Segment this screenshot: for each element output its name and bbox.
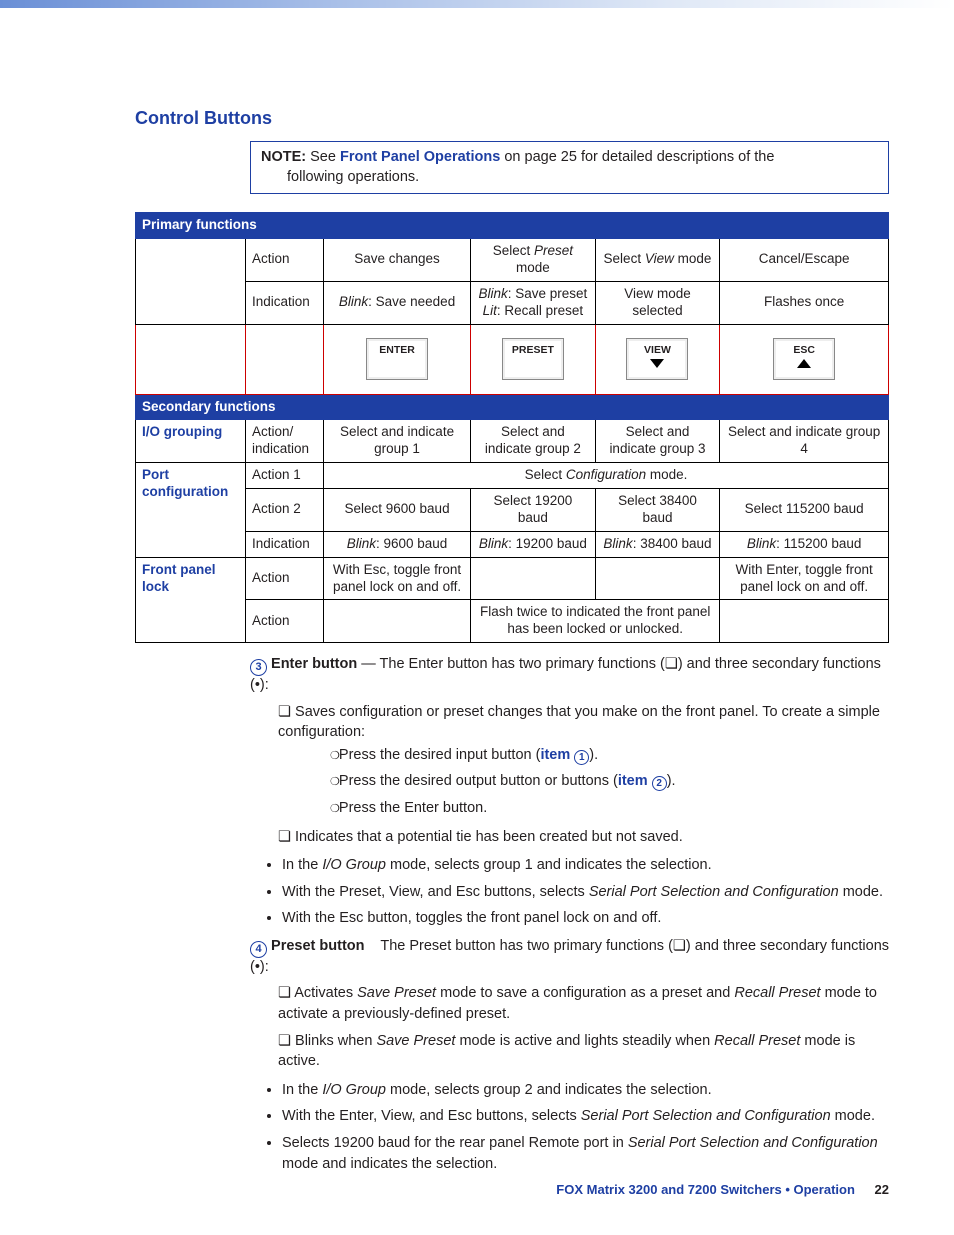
note-text-post: on page 25 for detailed descriptions of …: [500, 149, 774, 165]
cell: Blink: 19200 baud: [471, 531, 596, 557]
cell: Select and indicate group 3: [595, 420, 720, 463]
list-item: Saves configuration or preset changes th…: [278, 702, 889, 819]
footer-product: FOX Matrix 3200 and 7200 Switchers • Ope…: [556, 1182, 855, 1197]
cell: Select and indicate group 4: [720, 420, 889, 463]
table-row: Action Save changes Select Preset mode S…: [136, 239, 889, 282]
list-item: Press the desired output button or butto…: [330, 771, 889, 792]
enter-button-graphic: ENTER: [366, 338, 428, 380]
table-row: Indication Blink: 9600 baud Blink: 19200…: [136, 531, 889, 557]
cell: Blink: Save needed: [324, 281, 471, 324]
callout-4-icon: 4: [250, 941, 267, 958]
list-item: In the I/O Group mode, selects group 1 a…: [282, 855, 889, 876]
indication-label: Indication: [246, 531, 324, 557]
cell: With Esc, toggle front panel lock on and…: [324, 557, 471, 600]
action-label: Action: [246, 557, 324, 600]
cell: With Enter, toggle front panel lock on a…: [720, 557, 889, 600]
cell: Blink: 115200 baud: [720, 531, 889, 557]
preset-button-title: Preset button: [271, 938, 364, 954]
cell: View mode selected: [595, 281, 720, 324]
list-item: Activates Save Preset mode to save a con…: [278, 983, 889, 1024]
callout-3-icon: 3: [250, 659, 267, 676]
cell: Blink: 38400 baud: [595, 531, 720, 557]
list-item: In the I/O Group mode, selects group 2 a…: [282, 1080, 889, 1101]
cell: Save changes: [324, 239, 471, 282]
table-row: Front panel lock Action With Esc, toggle…: [136, 557, 889, 600]
page-top-stripe: [0, 0, 954, 8]
cell: Select Preset mode: [471, 239, 596, 282]
note-line2: following operations.: [261, 168, 878, 188]
cell: Select 115200 baud: [720, 489, 889, 532]
note-text-pre: See: [310, 149, 340, 165]
cell: Select 19200 baud: [471, 489, 596, 532]
triangle-down-icon: [627, 359, 687, 368]
action-indication-label: Action/ indication: [246, 420, 324, 463]
link-front-panel-operations[interactable]: Front Panel Operations: [340, 149, 500, 165]
secondary-functions-header: Secondary functions: [136, 394, 889, 420]
cell: Select 9600 baud: [324, 489, 471, 532]
footer-page-number: 22: [875, 1182, 889, 1197]
table-row: I/O grouping Action/ indication Select a…: [136, 420, 889, 463]
esc-button-graphic: ESC: [773, 338, 835, 380]
action1-label: Action 1: [246, 463, 324, 489]
cell: [471, 557, 596, 600]
cell: Flashes once: [720, 281, 889, 324]
list-item: With the Preset, View, and Esc buttons, …: [282, 882, 889, 903]
list-item: Selects 19200 baud for the rear panel Re…: [282, 1133, 889, 1174]
callout-1-icon: 1: [574, 750, 589, 765]
port-config-label: Port configuration: [136, 463, 246, 558]
preset-button-section: 4 Preset button The Preset button has tw…: [250, 937, 889, 1174]
cell: Select and indicate group 1: [324, 420, 471, 463]
table-row: Indication Blink: Save needed Blink: Sav…: [136, 281, 889, 324]
action-label: Action: [246, 239, 324, 282]
cell: Select and indicate group 2: [471, 420, 596, 463]
cell: Blink: 9600 baud: [324, 531, 471, 557]
note-label: NOTE:: [261, 149, 306, 165]
triangle-up-icon: [774, 359, 834, 368]
cell: [324, 600, 471, 643]
table-row: Action 2 Select 9600 baud Select 19200 b…: [136, 489, 889, 532]
cell: Cancel/Escape: [720, 239, 889, 282]
page-content: Control Buttons NOTE: See Front Panel Op…: [0, 8, 954, 1174]
list-item: Press the Enter button.: [330, 798, 889, 819]
enter-button-title: Enter button: [271, 656, 357, 672]
functions-table: Primary functions Action Save changes Se…: [135, 212, 889, 643]
list-item: Indicates that a potential tie has been …: [278, 827, 889, 848]
list-item: With the Esc button, toggles the front p…: [282, 908, 889, 929]
link-item-2[interactable]: item: [618, 773, 648, 789]
front-panel-lock-label: Front panel lock: [136, 557, 246, 643]
callout-2-icon: 2: [652, 776, 667, 791]
cell: Select Configuration mode.: [324, 463, 889, 489]
link-item-1[interactable]: item: [540, 747, 570, 763]
table-row: Action Flash twice to indicated the fron…: [136, 600, 889, 643]
note-box: NOTE: See Front Panel Operations on page…: [250, 141, 889, 194]
cell: Select View mode: [595, 239, 720, 282]
page-footer: FOX Matrix 3200 and 7200 Switchers • Ope…: [556, 1182, 889, 1197]
cell: [595, 557, 720, 600]
table-row: Port configuration Action 1 Select Confi…: [136, 463, 889, 489]
cell: Flash twice to indicated the front panel…: [471, 600, 720, 643]
cell: [720, 600, 889, 643]
list-item: With the Enter, View, and Esc buttons, s…: [282, 1106, 889, 1127]
action2-label: Action 2: [246, 489, 324, 532]
view-button-graphic: VIEW: [626, 338, 688, 380]
button-row: ENTER PRESET VIEW ESC: [136, 324, 889, 394]
io-grouping-label: I/O grouping: [136, 420, 246, 463]
section-heading: Control Buttons: [135, 108, 889, 129]
action-label: Action: [246, 600, 324, 643]
list-item: Blinks when Save Preset mode is active a…: [278, 1031, 889, 1072]
cell: Select 38400 baud: [595, 489, 720, 532]
preset-button-graphic: PRESET: [502, 338, 564, 380]
list-item: Press the desired input button (item 1).: [330, 745, 889, 766]
primary-functions-header: Primary functions: [136, 213, 889, 239]
indication-label: Indication: [246, 281, 324, 324]
cell: Blink: Save presetLit: Recall preset: [471, 281, 596, 324]
enter-button-section: 3 Enter button — The Enter button has tw…: [250, 655, 889, 929]
